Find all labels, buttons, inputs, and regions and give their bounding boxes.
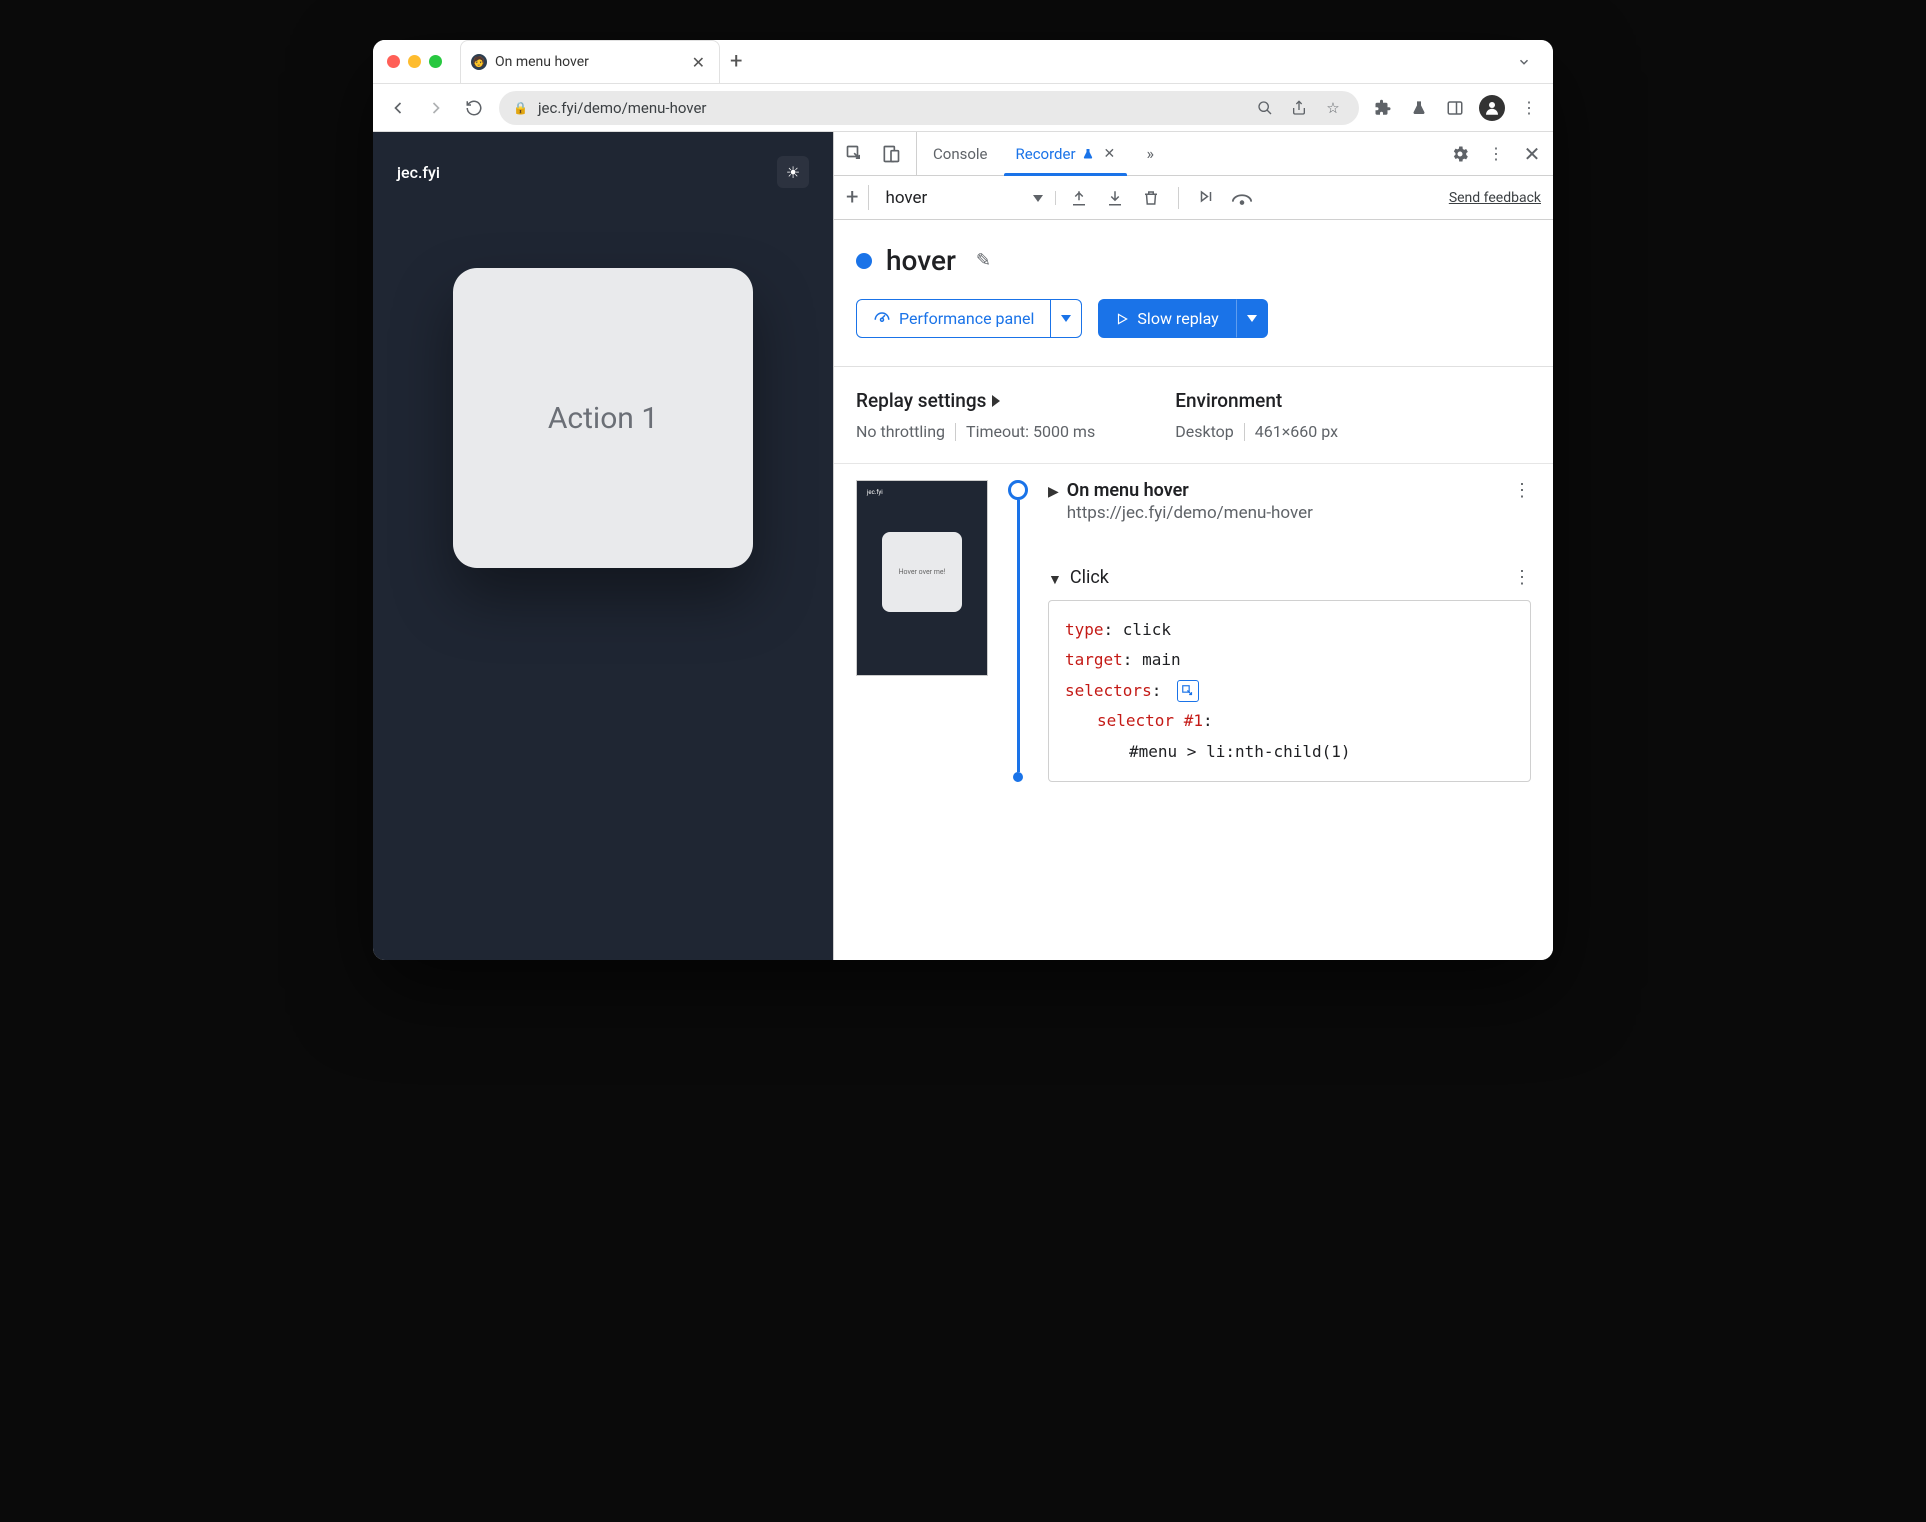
settings-icon[interactable] <box>1449 143 1471 165</box>
timeline <box>1006 480 1030 782</box>
device-value: Desktop <box>1175 422 1234 441</box>
replay-button-group: Slow replay <box>1098 299 1267 338</box>
collapse-step-icon[interactable]: ▼ <box>1048 571 1062 588</box>
step-play-icon[interactable] <box>1195 187 1217 209</box>
back-button[interactable] <box>385 95 411 121</box>
thumb-card-label: Hover over me! <box>882 532 962 612</box>
expand-step-icon[interactable]: ▶ <box>1048 484 1059 500</box>
recording-selector-dropdown-icon[interactable] <box>1033 191 1056 205</box>
recording-selector-name: hover <box>881 188 1021 208</box>
browser-window: 🧑 On menu hover ✕ + 🔒 jec.fyi/demo/menu-… <box>373 40 1553 960</box>
close-tab-icon[interactable]: ✕ <box>692 53 705 72</box>
reload-button[interactable] <box>461 95 487 121</box>
step-title: On menu hover <box>1067 480 1313 501</box>
edit-title-icon[interactable]: ✎ <box>976 250 991 271</box>
tab-recorder[interactable]: Recorder ✕ <box>1004 132 1128 175</box>
export-icon[interactable] <box>1104 187 1126 209</box>
action-card[interactable]: Action 1 <box>453 268 753 568</box>
flask-icon <box>1082 147 1094 161</box>
tab-title: On menu hover <box>495 54 684 70</box>
lock-icon: 🔒 <box>513 101 528 115</box>
viewport-value: 461×660 px <box>1255 422 1338 441</box>
url-text: jec.fyi/demo/menu-hover <box>538 99 1243 117</box>
kebab-menu-icon[interactable]: ⋮ <box>1485 143 1507 165</box>
performance-panel-button[interactable]: Performance panel <box>856 299 1051 338</box>
content-area: jec.fyi ☀ Action 1 Console Recorder ✕ » <box>373 132 1553 960</box>
sidepanel-icon[interactable] <box>1443 96 1467 120</box>
gauge-icon <box>873 310 891 328</box>
throttle-value: No throttling <box>856 422 945 441</box>
close-devtools-icon[interactable]: ✕ <box>1521 143 1543 165</box>
forward-button[interactable] <box>423 95 449 121</box>
devtools-panel: Console Recorder ✕ » ⋮ ✕ + hover <box>833 132 1553 960</box>
step-click[interactable]: ▼ Click ⋮ <box>1048 567 1531 588</box>
expand-icon <box>992 395 1000 407</box>
performance-panel-button-group: Performance panel <box>856 299 1082 338</box>
omnibox[interactable]: 🔒 jec.fyi/demo/menu-hover ☆ <box>499 91 1359 125</box>
share-icon[interactable] <box>1287 96 1311 120</box>
address-bar: 🔒 jec.fyi/demo/menu-hover ☆ ⋮ <box>373 84 1553 132</box>
thumb-logo: jec.fyi <box>863 487 981 496</box>
timeline-node-icon <box>1013 772 1023 782</box>
window-controls <box>387 55 442 68</box>
selector-value: #menu > li:nth-child(1) <box>1065 737 1514 767</box>
maximize-window-button[interactable] <box>429 55 442 68</box>
add-recording-button[interactable]: + <box>846 185 869 210</box>
timeout-value: Timeout: 5000 ms <box>966 422 1095 441</box>
zoom-icon[interactable] <box>1253 96 1277 120</box>
delete-icon[interactable] <box>1140 187 1162 209</box>
step-navigation[interactable]: ▶ On menu hover https://jec.fyi/demo/men… <box>1048 480 1531 523</box>
device-mode-icon[interactable] <box>880 143 902 165</box>
tab-list-dropdown-icon[interactable] <box>1509 51 1539 73</box>
profile-avatar[interactable] <box>1479 95 1505 121</box>
new-tab-button[interactable]: + <box>730 49 742 74</box>
import-icon[interactable] <box>1068 187 1090 209</box>
environment-heading: Environment <box>1175 389 1338 412</box>
step-thumbnail: jec.fyi Hover over me! <box>856 480 988 676</box>
devtools-tab-bar: Console Recorder ✕ » ⋮ ✕ <box>834 132 1553 176</box>
pick-selector-icon[interactable] <box>1177 680 1199 702</box>
close-tab-icon[interactable]: ✕ <box>1104 146 1116 162</box>
star-icon[interactable]: ☆ <box>1321 96 1345 120</box>
extensions-icon[interactable] <box>1371 96 1395 120</box>
theme-toggle-button[interactable]: ☀ <box>777 156 809 188</box>
replay-settings-heading[interactable]: Replay settings <box>856 389 1095 412</box>
send-feedback-link[interactable]: Send feedback <box>1449 190 1541 206</box>
replay-settings-section: Replay settings No throttling Timeout: 5… <box>856 389 1095 441</box>
step-menu-icon[interactable]: ⋮ <box>1513 567 1531 588</box>
step-menu-icon[interactable]: ⋮ <box>1513 480 1531 501</box>
card-label: Action 1 <box>548 401 658 436</box>
step-click-title: Click <box>1070 567 1109 588</box>
labs-icon[interactable] <box>1407 96 1431 120</box>
tab-console[interactable]: Console <box>921 132 1000 175</box>
inspect-element-icon[interactable] <box>844 143 866 165</box>
recording-title: hover <box>886 244 956 277</box>
minimize-window-button[interactable] <box>408 55 421 68</box>
browser-tab[interactable]: 🧑 On menu hover ✕ <box>460 40 720 83</box>
step-url: https://jec.fyi/demo/menu-hover <box>1067 503 1313 523</box>
slow-replay-button[interactable]: Slow replay <box>1098 299 1235 338</box>
recorder-body: hover ✎ Performance panel Sl <box>834 220 1553 960</box>
timeline-node-icon <box>1008 480 1028 500</box>
performance-panel-dropdown[interactable] <box>1051 299 1082 338</box>
step-details-code: type: click target: main selectors: sele… <box>1048 600 1531 782</box>
recorder-toolbar: + hover Send feedback <box>834 176 1553 220</box>
rendered-page: jec.fyi ☀ Action 1 <box>373 132 833 960</box>
page-logo[interactable]: jec.fyi <box>397 163 440 182</box>
recording-status-dot-icon <box>856 253 872 269</box>
more-tabs-icon[interactable]: » <box>1139 143 1161 165</box>
replay-speed-dropdown[interactable] <box>1236 299 1268 338</box>
step-over-icon[interactable] <box>1231 187 1253 209</box>
chrome-menu-icon[interactable]: ⋮ <box>1517 96 1541 120</box>
environment-section: Environment Desktop 461×660 px <box>1175 389 1338 441</box>
play-icon <box>1115 312 1129 326</box>
close-window-button[interactable] <box>387 55 400 68</box>
favicon-icon: 🧑 <box>471 54 487 70</box>
titlebar: 🧑 On menu hover ✕ + <box>373 40 1553 84</box>
